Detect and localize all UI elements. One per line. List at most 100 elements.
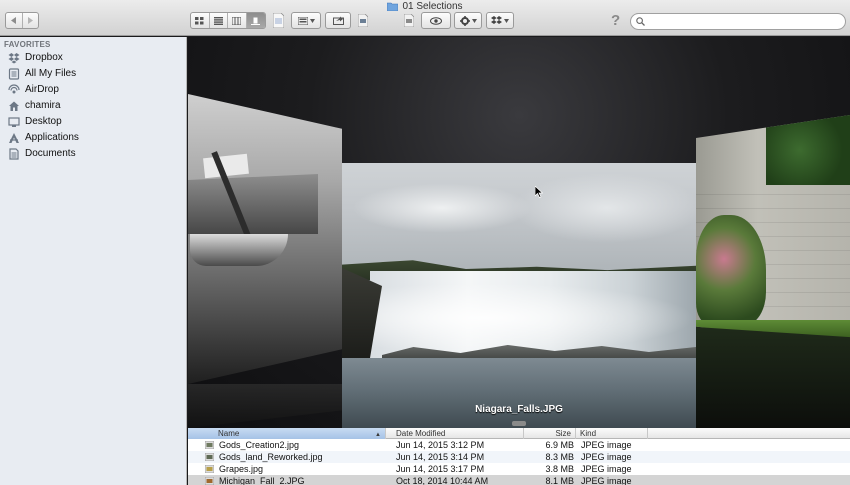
file-date: Jun 14, 2015 3:12 PM xyxy=(396,440,485,450)
airdrop-icon xyxy=(8,83,20,93)
file-kind: JPEG image xyxy=(581,476,632,485)
search-input[interactable] xyxy=(648,16,845,27)
file-size: 8.3 MB xyxy=(545,452,574,462)
sidebar-heading-favorites: FAVORITES xyxy=(4,40,51,49)
sidebar-item-label: Applications xyxy=(25,132,79,143)
column-header-size[interactable]: Size xyxy=(524,428,576,439)
preview-file-button[interactable] xyxy=(402,10,416,30)
sidebar-item-documents[interactable]: Documents xyxy=(8,146,76,161)
sidebar-item-label: AirDrop xyxy=(25,84,59,95)
sidebar-item-desktop[interactable]: Desktop xyxy=(8,114,62,129)
file-size: 8.1 MB xyxy=(545,476,574,485)
file-row-selected[interactable]: Michigan_Fall_2.JPG Oct 18, 2014 10:44 A… xyxy=(188,475,850,485)
sidebar: FAVORITES Dropbox All My Files AirDrop c… xyxy=(0,37,187,485)
file-kind: JPEG image xyxy=(581,464,632,474)
cover-flow-view-button[interactable] xyxy=(246,13,265,28)
jpeg-file-icon xyxy=(205,441,214,449)
list-view-button[interactable] xyxy=(210,13,228,28)
preview-file-icon xyxy=(404,13,414,27)
file-date: Jun 14, 2015 3:14 PM xyxy=(396,452,485,462)
sidebar-item-label: Dropbox xyxy=(25,52,63,63)
file-date: Jun 14, 2015 3:17 PM xyxy=(396,464,485,474)
sidebar-item-airdrop[interactable]: AirDrop xyxy=(8,82,59,97)
jpeg-file-icon xyxy=(205,465,214,473)
sidebar-item-home[interactable]: chamira xyxy=(8,98,61,113)
gear-icon xyxy=(459,15,470,26)
search-icon xyxy=(636,17,645,26)
search-field[interactable] xyxy=(630,13,846,30)
icon-view-button[interactable] xyxy=(191,13,210,28)
file-row[interactable]: Gods_land_Reworked.jpg Jun 14, 2015 3:14… xyxy=(188,451,850,463)
cover-caption: Niagara_Falls.JPG xyxy=(475,404,563,415)
column-header-date-modified[interactable]: Date Modified xyxy=(386,428,524,439)
file-name: Gods_Creation2.jpg xyxy=(219,440,300,450)
eye-icon xyxy=(430,16,442,25)
arrange-icon xyxy=(297,16,308,25)
all-files-icon xyxy=(8,67,20,80)
sidebar-item-applications[interactable]: Applications xyxy=(8,130,79,145)
file-row[interactable]: Grapes.jpg Jun 14, 2015 3:17 PM 3.8 MB J… xyxy=(188,463,850,475)
chevron-down-icon xyxy=(471,18,477,23)
chevron-down-icon xyxy=(504,18,509,23)
file-name: Michigan_Fall_2.JPG xyxy=(219,476,305,485)
cover-flow-scroller[interactable] xyxy=(512,421,526,426)
file-size: 6.9 MB xyxy=(545,440,574,450)
file-date: Oct 18, 2014 10:44 AM xyxy=(396,476,489,485)
help-icon[interactable]: ? xyxy=(611,12,620,29)
sidebar-item-label: Desktop xyxy=(25,116,62,127)
sidebar-item-dropbox[interactable]: Dropbox xyxy=(8,50,63,65)
mouse-cursor-icon xyxy=(534,185,544,201)
share-button[interactable] xyxy=(325,12,351,29)
file-kind: JPEG image xyxy=(581,452,632,462)
action-button[interactable] xyxy=(454,12,482,29)
jpeg-file-icon xyxy=(205,477,214,485)
back-forward-group xyxy=(5,12,39,29)
cover-flow-area[interactable]: Niagara_Falls.JPG xyxy=(188,37,850,428)
forward-arrow-icon xyxy=(27,17,33,24)
jpeg-file-icon xyxy=(205,453,214,461)
file-size: 3.8 MB xyxy=(545,464,574,474)
cover-image-garden[interactable] xyxy=(696,115,850,345)
file-kind: JPEG image xyxy=(581,440,632,450)
file-list: Name ▲ Date Modified Size Kind Gods_Crea… xyxy=(188,428,850,485)
quick-look-button[interactable] xyxy=(421,12,451,29)
dropbox-icon xyxy=(491,16,502,24)
file-list-header: Name ▲ Date Modified Size Kind xyxy=(188,428,850,439)
applications-icon xyxy=(9,132,19,143)
cover-image-niagara-falls[interactable] xyxy=(342,163,696,428)
column-header-name[interactable]: Name ▲ xyxy=(188,428,386,439)
icon-view-icon xyxy=(195,16,204,24)
sidebar-item-all-my-files[interactable]: All My Files xyxy=(8,66,76,81)
cover-image-boat[interactable] xyxy=(188,94,342,384)
file-row[interactable]: Gods_Creation2.jpg Jun 14, 2015 3:12 PM … xyxy=(188,439,850,451)
document-button[interactable] xyxy=(270,10,286,30)
window-title: 01 Selections xyxy=(0,1,850,12)
column-view-button[interactable] xyxy=(228,13,247,28)
list-view-icon xyxy=(213,16,223,25)
share-icon xyxy=(332,16,344,25)
chevron-down-icon xyxy=(309,18,315,23)
sidebar-item-label: Documents xyxy=(25,148,76,159)
window-toolbar: 01 Selections ? xyxy=(0,0,850,36)
dropbox-icon xyxy=(8,52,20,63)
sidebar-item-label: chamira xyxy=(25,100,61,111)
back-arrow-icon xyxy=(11,17,17,24)
desktop-icon xyxy=(8,116,20,127)
image-file-icon xyxy=(358,13,368,27)
folder-icon xyxy=(387,2,399,11)
file-name: Grapes.jpg xyxy=(219,464,264,474)
documents-icon xyxy=(9,147,19,160)
view-mode-group xyxy=(190,12,266,29)
home-icon xyxy=(9,101,19,111)
column-view-icon xyxy=(232,16,242,25)
file-name: Gods_land_Reworked.jpg xyxy=(219,452,323,462)
dropbox-toolbar-button[interactable] xyxy=(486,12,514,29)
sidebar-item-label: All My Files xyxy=(25,68,77,79)
cover-flow-icon xyxy=(251,17,261,25)
jpg-file-button[interactable] xyxy=(356,10,370,30)
forward-button[interactable] xyxy=(23,13,39,28)
back-button[interactable] xyxy=(6,13,23,28)
document-icon xyxy=(272,12,284,28)
column-header-kind[interactable]: Kind xyxy=(576,428,648,439)
arrange-button[interactable] xyxy=(291,12,321,29)
